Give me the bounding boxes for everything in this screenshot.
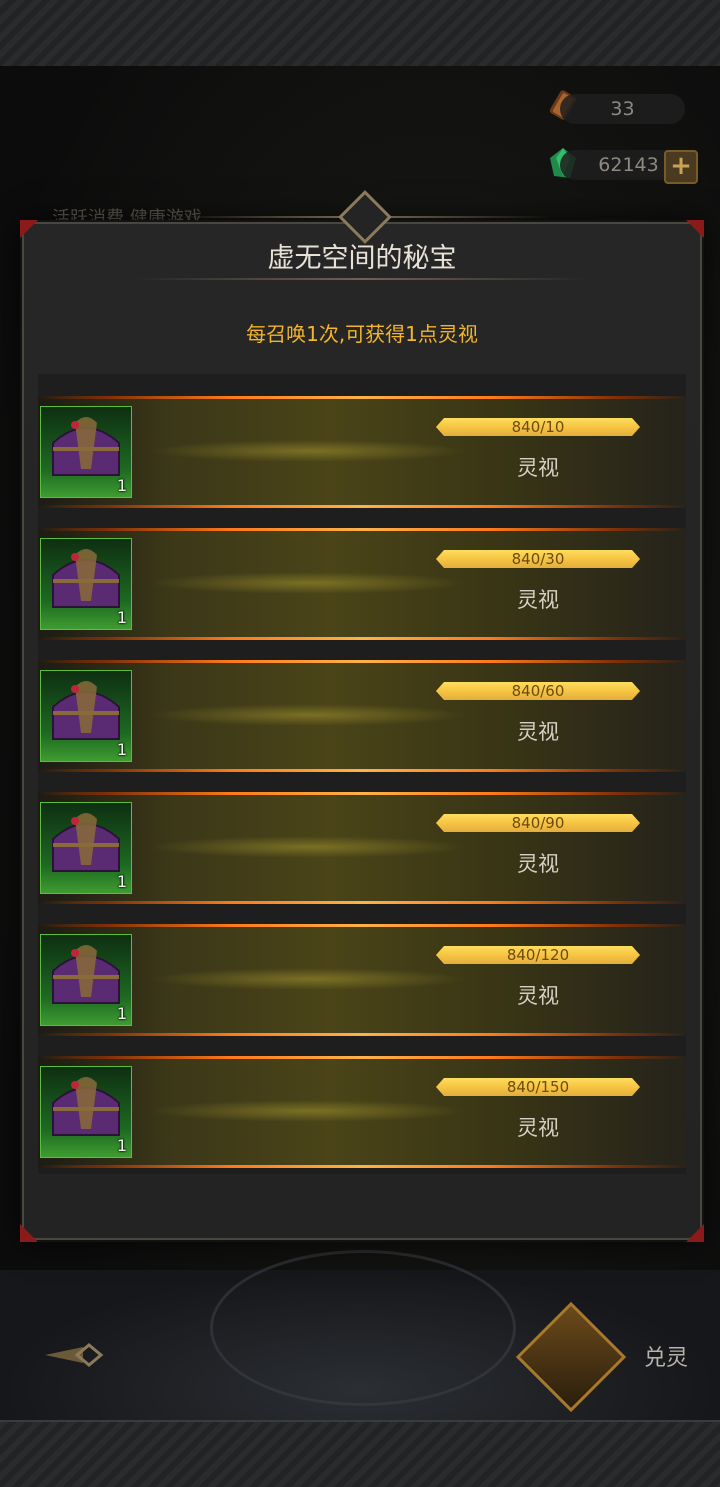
reward-label: 灵视 bbox=[517, 984, 559, 1008]
reward-row: 1 840/90 灵视 bbox=[38, 792, 686, 904]
chest-quantity: 1 bbox=[116, 476, 127, 495]
chest-quantity: 1 bbox=[116, 872, 127, 891]
back-arrow-icon bbox=[45, 1343, 104, 1367]
corner-ornament bbox=[20, 1224, 38, 1242]
treasure-chest-item[interactable]: 1 bbox=[40, 406, 132, 498]
row-glow-line bbox=[38, 528, 686, 531]
progress-text: 840/10 bbox=[511, 418, 565, 436]
chest-quantity: 1 bbox=[116, 1004, 127, 1023]
reward-row: 1 840/120 灵视 bbox=[38, 924, 686, 1036]
row-glow-line bbox=[38, 1056, 686, 1059]
treasure-chest-item[interactable]: 1 bbox=[40, 934, 132, 1026]
treasure-chest-item[interactable]: 1 bbox=[40, 802, 132, 894]
top-frame bbox=[0, 0, 720, 68]
purple-chest-icon bbox=[52, 945, 120, 1004]
corner-ornament bbox=[686, 1224, 704, 1242]
row-glow-line bbox=[38, 769, 686, 772]
progress-bar: 840/60 bbox=[436, 682, 640, 700]
row-glow-line bbox=[38, 901, 686, 904]
reward-label: 灵视 bbox=[517, 1116, 559, 1140]
chest-quantity: 1 bbox=[116, 608, 127, 627]
modal-title: 虚无空间的秘宝 bbox=[267, 243, 457, 274]
progress-bar: 840/30 bbox=[436, 550, 640, 568]
reward-row: 1 840/60 灵视 bbox=[38, 660, 686, 772]
modal-subtitle: 每召唤1次,可获得1点灵视 bbox=[246, 322, 478, 346]
summon-circle bbox=[210, 1250, 516, 1406]
row-glow-line bbox=[38, 505, 686, 508]
title-divider bbox=[134, 278, 590, 280]
purple-chest-icon bbox=[52, 681, 120, 740]
progress-bar: 840/150 bbox=[436, 1078, 640, 1096]
redeem-spirit-label[interactable]: 兑灵 bbox=[644, 1340, 688, 1372]
scroll-count: 33 bbox=[610, 98, 635, 120]
progress-text: 840/150 bbox=[506, 1078, 570, 1096]
chest-quantity: 1 bbox=[116, 1136, 127, 1155]
progress-text: 840/90 bbox=[511, 814, 565, 832]
progress-text: 840/60 bbox=[511, 682, 565, 700]
bottom-frame bbox=[0, 1420, 720, 1487]
reward-row: 1 840/30 灵视 bbox=[38, 528, 686, 640]
gem-count: 62143 bbox=[598, 154, 659, 176]
reward-label: 灵视 bbox=[517, 588, 559, 612]
progress-bar: 840/10 bbox=[436, 418, 640, 436]
row-glow-line bbox=[38, 396, 686, 399]
treasure-modal: 虚无空间的秘宝 每召唤1次,可获得1点灵视 1 840/10 灵视 1 840/… bbox=[20, 190, 704, 1242]
back-button[interactable] bbox=[40, 1330, 110, 1380]
scroll-currency: 33 bbox=[560, 94, 685, 124]
treasure-chest-item[interactable]: 1 bbox=[40, 670, 132, 762]
reward-list[interactable]: 1 840/10 灵视 1 840/30 灵视 1 840/60 灵视 1 84… bbox=[38, 374, 686, 1174]
progress-text: 840/30 bbox=[511, 550, 565, 568]
row-glow-line bbox=[38, 637, 686, 640]
purple-chest-icon bbox=[52, 417, 120, 476]
treasure-chest-item[interactable]: 1 bbox=[40, 538, 132, 630]
reward-label: 灵视 bbox=[517, 852, 559, 876]
row-glow-line bbox=[38, 1165, 686, 1168]
reward-label: 灵视 bbox=[517, 720, 559, 744]
treasure-chest-item[interactable]: 1 bbox=[40, 1066, 132, 1158]
progress-bar: 840/90 bbox=[436, 814, 640, 832]
reward-row: 1 840/10 灵视 bbox=[38, 396, 686, 508]
progress-bar: 840/120 bbox=[436, 946, 640, 964]
purple-chest-icon bbox=[52, 1077, 120, 1136]
purple-chest-icon bbox=[52, 813, 120, 872]
row-glow-line bbox=[38, 1033, 686, 1036]
progress-text: 840/120 bbox=[506, 946, 570, 964]
chest-quantity: 1 bbox=[116, 740, 127, 759]
row-glow-line bbox=[38, 924, 686, 927]
reward-row: 1 840/150 灵视 bbox=[38, 1056, 686, 1168]
row-glow-line bbox=[38, 660, 686, 663]
purple-chest-icon bbox=[52, 549, 120, 608]
reward-label: 灵视 bbox=[517, 456, 559, 480]
row-glow-line bbox=[38, 792, 686, 795]
add-gems-plus-icon[interactable]: + bbox=[664, 150, 698, 184]
